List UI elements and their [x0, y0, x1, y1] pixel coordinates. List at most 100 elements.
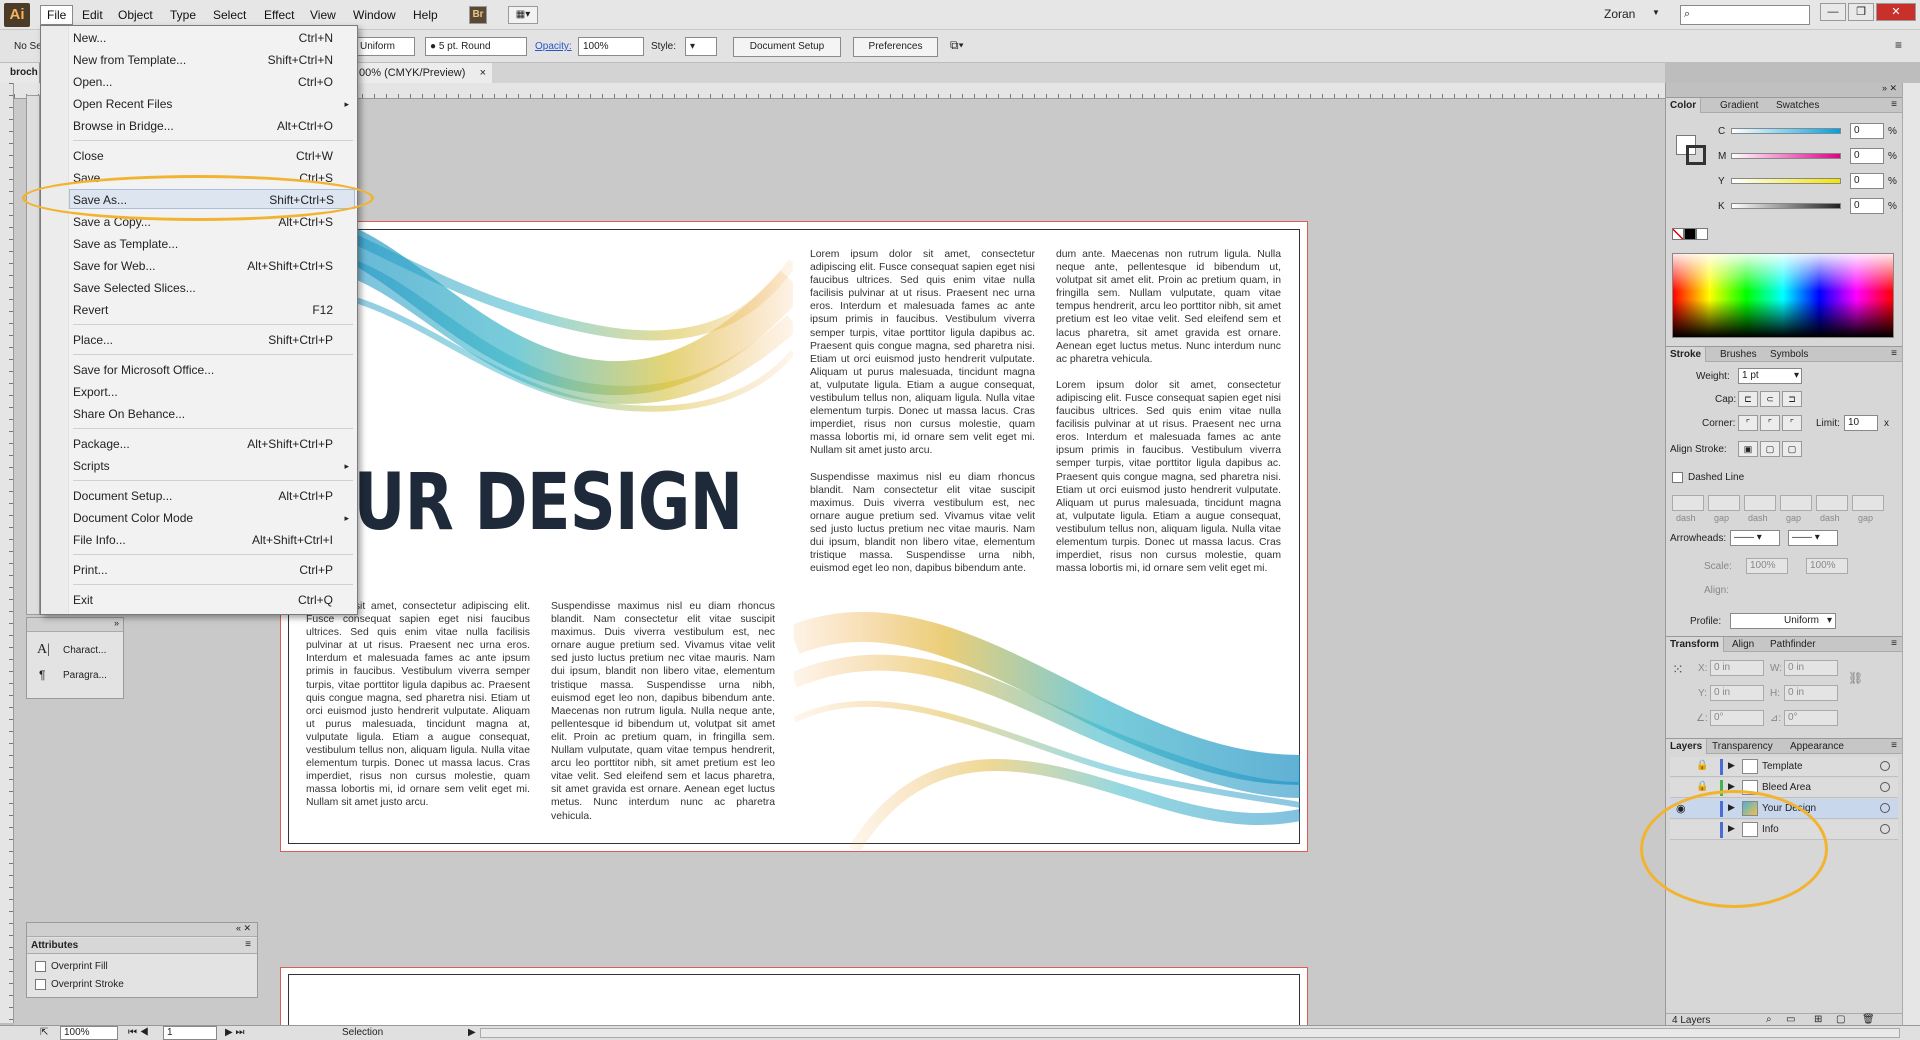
- panel-collapse-icon[interactable]: »: [114, 618, 119, 628]
- character-panel-button[interactable]: Charact...: [63, 645, 106, 656]
- trash-icon[interactable]: 🗑: [1862, 1014, 1875, 1025]
- document-tab-active[interactable]: 00% (CMYK/Preview) ×: [357, 63, 492, 83]
- menu-item-document-setup[interactable]: Document Setup... Alt+Ctrl+P: [73, 486, 353, 506]
- menu-effect[interactable]: Effect: [258, 5, 300, 25]
- text-column-bottom-left[interactable]: um dolor sit amet, consectetur adipiscin…: [306, 600, 530, 810]
- arrange-documents-button[interactable]: ▦▾: [508, 6, 538, 24]
- tab-appearance[interactable]: Appearance: [1786, 739, 1848, 754]
- dash-1-input[interactable]: [1672, 495, 1704, 511]
- rotate-input[interactable]: 0°: [1710, 710, 1764, 726]
- reference-point-icon[interactable]: ⁙: [1672, 661, 1684, 678]
- text-column-top-left[interactable]: Lorem ipsum dolor sit amet, consectetur …: [810, 248, 1035, 575]
- zoom-select[interactable]: 100%: [60, 1026, 118, 1040]
- horizontal-scrollbar[interactable]: [480, 1028, 1900, 1038]
- control-menu-icon[interactable]: ≡: [1895, 38, 1902, 52]
- text-column-bottom-right[interactable]: Suspendisse maximus nisl eu diam rhoncus…: [551, 600, 775, 823]
- align-center-stroke-button[interactable]: ▣: [1738, 441, 1758, 457]
- artboard-number-input[interactable]: 1: [163, 1026, 217, 1040]
- lock-icon[interactable]: 🔒: [1696, 760, 1708, 771]
- overprint-stroke-checkbox[interactable]: [35, 979, 46, 990]
- dock-collapse-icon[interactable]: » ✕: [1882, 83, 1897, 94]
- menu-item-color-mode[interactable]: Document Color Mode ▸: [73, 508, 353, 528]
- end-arrowhead-select[interactable]: —— ▾: [1788, 530, 1838, 546]
- layer-name[interactable]: Bleed Area: [1762, 782, 1811, 793]
- constrain-proportions-icon[interactable]: ⛓: [1848, 671, 1863, 685]
- height-input[interactable]: 0 in: [1784, 685, 1838, 701]
- cyan-slider[interactable]: [1731, 128, 1841, 134]
- restore-button[interactable]: ❐: [1848, 3, 1874, 21]
- panel-menu-icon[interactable]: ≡: [1891, 740, 1897, 751]
- gap-2-input[interactable]: [1780, 495, 1812, 511]
- dock-header[interactable]: » ✕: [1666, 83, 1903, 97]
- tools-panel[interactable]: [26, 95, 40, 615]
- width-input[interactable]: 0 in: [1784, 660, 1838, 676]
- menu-item-package[interactable]: Package... Alt+Shift+Ctrl+P: [73, 434, 353, 454]
- menu-item-open[interactable]: Open... Ctrl+O: [73, 72, 353, 92]
- target-circle-icon[interactable]: [1880, 824, 1890, 834]
- menu-item-share-behance[interactable]: Share On Behance...: [73, 404, 353, 424]
- color-spectrum[interactable]: [1672, 253, 1894, 338]
- menu-item-save-slices[interactable]: Save Selected Slices...: [73, 278, 353, 298]
- menu-edit[interactable]: Edit: [76, 5, 109, 25]
- menu-item-close[interactable]: Close Ctrl+W: [73, 146, 353, 166]
- dash-2-input[interactable]: [1744, 495, 1776, 511]
- align-inside-stroke-button[interactable]: ▢: [1760, 441, 1780, 457]
- panel-menu-icon[interactable]: ≡: [245, 939, 251, 950]
- gap-1-input[interactable]: [1708, 495, 1740, 511]
- miter-join-button[interactable]: ⌜: [1738, 415, 1758, 431]
- layer-name[interactable]: Template: [1762, 761, 1803, 772]
- cyan-input[interactable]: 0: [1850, 123, 1884, 139]
- opacity-link[interactable]: Opacity:: [535, 41, 572, 52]
- magenta-input[interactable]: 0: [1850, 148, 1884, 164]
- tab-transform[interactable]: Transform: [1666, 637, 1724, 652]
- tab-transparency[interactable]: Transparency: [1708, 739, 1777, 754]
- lock-icon[interactable]: 🔒: [1696, 781, 1708, 792]
- bridge-button[interactable]: Br: [469, 6, 487, 24]
- tab-stroke[interactable]: Stroke: [1666, 347, 1707, 362]
- target-circle-icon[interactable]: [1880, 782, 1890, 792]
- dash-3-input[interactable]: [1816, 495, 1848, 511]
- tab-close-icon[interactable]: ×: [480, 63, 486, 83]
- artboard-nav-icon[interactable]: ⇱: [40, 1027, 48, 1038]
- tab-gradient[interactable]: Gradient: [1716, 98, 1762, 113]
- dashed-line-checkbox[interactable]: [1672, 472, 1683, 483]
- panel-menu-icon[interactable]: ≡: [1891, 348, 1897, 359]
- arrange-icon[interactable]: ⧉▾: [950, 38, 964, 53]
- menu-item-export[interactable]: Export...: [73, 382, 353, 402]
- menu-type[interactable]: Type: [164, 5, 202, 25]
- black-swatch[interactable]: [1684, 228, 1696, 240]
- status-menu-arrow-icon[interactable]: ▶: [468, 1027, 476, 1038]
- black-input[interactable]: 0: [1850, 198, 1884, 214]
- y-input[interactable]: 0 in: [1710, 685, 1764, 701]
- magenta-slider[interactable]: [1731, 153, 1841, 159]
- panel-header[interactable]: »: [27, 618, 123, 632]
- round-cap-button[interactable]: ⊂: [1760, 391, 1780, 407]
- preferences-button[interactable]: Preferences: [853, 37, 938, 57]
- menu-item-exit[interactable]: Exit Ctrl+Q: [73, 590, 353, 610]
- miter-limit-input[interactable]: 10: [1844, 415, 1878, 431]
- tab-color[interactable]: Color: [1666, 98, 1702, 113]
- menu-item-scripts[interactable]: Scripts ▸: [73, 456, 353, 476]
- target-circle-icon[interactable]: [1880, 803, 1890, 813]
- menu-select[interactable]: Select: [207, 5, 252, 25]
- clipping-mask-icon[interactable]: ▭: [1786, 1014, 1795, 1025]
- locate-object-icon[interactable]: ⌕: [1766, 1014, 1772, 1025]
- start-scale-input[interactable]: 100%: [1746, 558, 1788, 574]
- yellow-slider[interactable]: [1731, 178, 1841, 184]
- align-outside-stroke-button[interactable]: ▢: [1782, 441, 1802, 457]
- stroke-profile-select[interactable]: Uniform: [355, 37, 415, 56]
- menu-item-revert[interactable]: Revert F12: [73, 300, 353, 320]
- yellow-input[interactable]: 0: [1850, 173, 1884, 189]
- chevron-down-icon[interactable]: ▼: [1652, 8, 1660, 17]
- menu-item-browse-bridge[interactable]: Browse in Bridge... Alt+Ctrl+O: [73, 116, 353, 136]
- attributes-tab[interactable]: Attributes: [31, 940, 78, 951]
- next-artboard-icon[interactable]: ▶ ⏭: [225, 1027, 244, 1038]
- menu-item-new[interactable]: New... Ctrl+N: [73, 28, 353, 48]
- layer-row-template[interactable]: 🔒 ▶ Template: [1670, 757, 1898, 777]
- menu-object[interactable]: Object: [112, 5, 159, 25]
- minimize-button[interactable]: —: [1820, 3, 1846, 21]
- bevel-join-button[interactable]: ⌜: [1782, 415, 1802, 431]
- search-input[interactable]: ⌕: [1680, 5, 1810, 25]
- overprint-fill-checkbox[interactable]: [35, 961, 46, 972]
- menu-window[interactable]: Window: [347, 5, 402, 25]
